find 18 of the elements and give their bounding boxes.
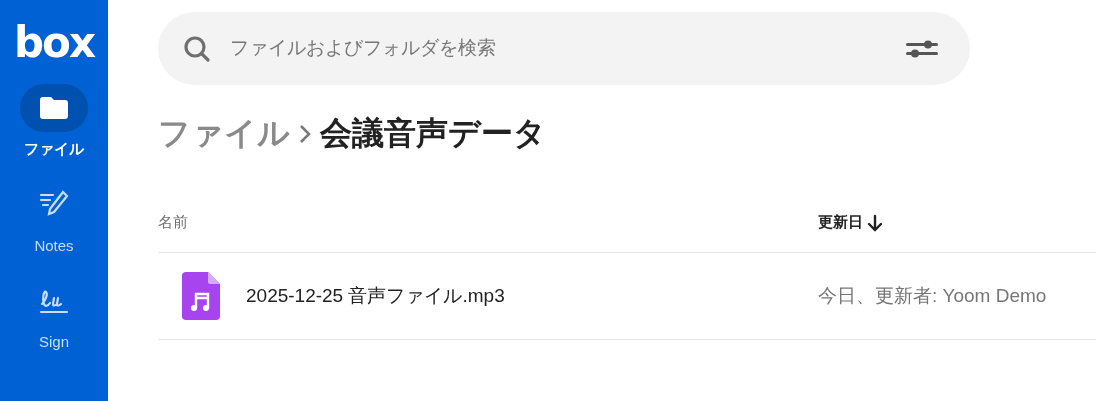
breadcrumb-link[interactable]: ファイル xyxy=(158,109,290,157)
logo: box xyxy=(14,22,94,64)
filter-icon[interactable] xyxy=(906,38,938,59)
modified-text: 今日、更新者: Yoom Demo xyxy=(818,283,1047,308)
search-icon xyxy=(182,33,212,64)
folder-icon xyxy=(40,97,68,119)
file-name-link[interactable]: 2025-12-25 音声ファイル.mp3 xyxy=(246,281,505,311)
sidebar-nav-item[interactable]: ファイル xyxy=(0,84,108,161)
audio-file-icon xyxy=(182,272,220,320)
chevron-right-icon xyxy=(298,122,312,144)
sidebar-nav-item[interactable]: Sign xyxy=(0,277,108,354)
search-input[interactable]: ファイルおよびフォルダを検索 xyxy=(228,33,890,64)
arrow-down-icon xyxy=(867,213,883,232)
sidebar-nav-item[interactable]: Notes xyxy=(0,180,108,257)
column-header[interactable]: 更新日 xyxy=(818,211,883,234)
search-field[interactable]: ファイルおよびフォルダを検索 xyxy=(158,12,970,85)
column-header[interactable]: 名前 xyxy=(158,211,818,234)
current-folder-title: 会議音声データ xyxy=(320,114,546,153)
